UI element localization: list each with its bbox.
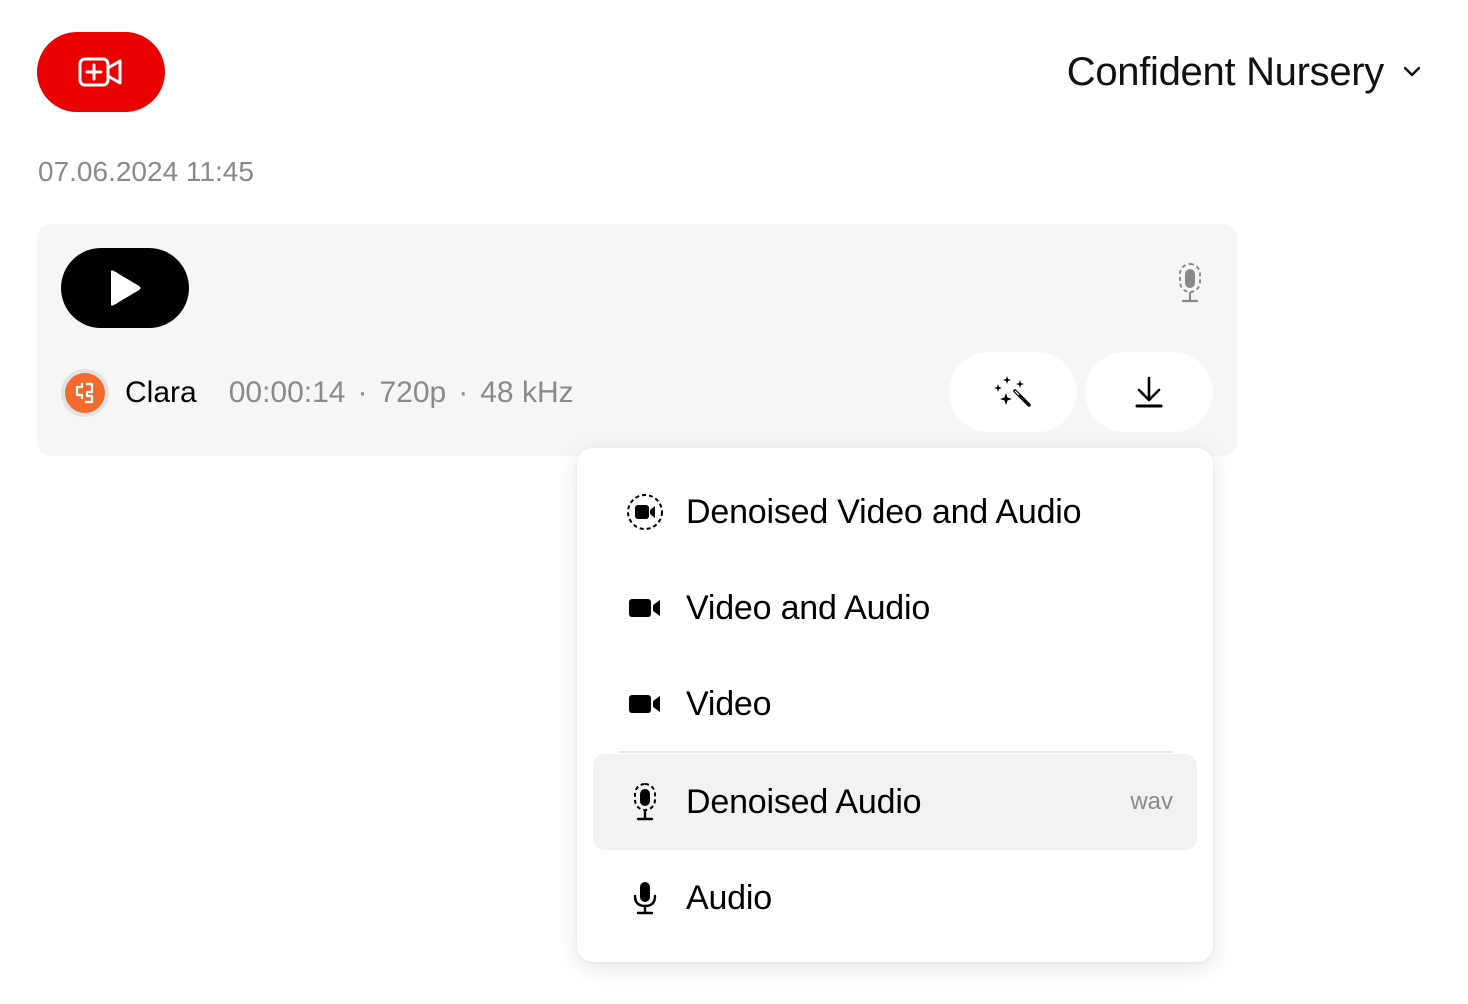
menu-item-label: Denoised Audio: [686, 782, 922, 821]
mic-icon: [633, 882, 657, 915]
menu-divider: [618, 751, 1173, 753]
video-icon: [629, 695, 660, 713]
sample-rate: 48 kHz: [480, 376, 574, 409]
resolution: 720p: [379, 376, 447, 409]
play-button[interactable]: [61, 248, 189, 328]
menu-item-audio[interactable]: Audio: [593, 850, 1197, 946]
enhance-button[interactable]: [949, 352, 1077, 432]
play-icon: [111, 270, 141, 306]
download-icon: [1135, 376, 1163, 408]
download-menu: Denoised Video and Audio Video and Audio…: [577, 448, 1213, 962]
recording-details: 00:00:14 · 720p · 48 kHz: [229, 376, 574, 410]
menu-item-label: Audio: [686, 878, 772, 917]
menu-item-video[interactable]: Video: [593, 656, 1197, 752]
video-plus-icon: [78, 57, 122, 87]
duration: 00:00:14: [228, 376, 346, 409]
user-name: Clara: [125, 376, 197, 409]
recording-date: 07.06.2024 11:45: [38, 156, 254, 187]
chevron-down-icon: [1403, 66, 1421, 77]
separator-dot: ·: [458, 376, 469, 409]
menu-item-denoised-audio[interactable]: Denoised Audio wav: [593, 754, 1197, 850]
new-recording-button[interactable]: [37, 32, 165, 112]
menu-item-label: Video and Audio: [686, 588, 931, 627]
denoised-mic-icon: [1179, 263, 1201, 303]
video-icon: [629, 599, 660, 617]
menu-item-denoised-video-audio[interactable]: Denoised Video and Audio: [593, 464, 1197, 560]
denoised-video-icon: [627, 494, 663, 530]
separator-dot: ·: [357, 376, 368, 409]
menu-item-label: Video: [686, 684, 772, 723]
magic-wand-icon: [994, 376, 1031, 407]
file-extension: wav: [1130, 788, 1173, 815]
avatar: [61, 369, 109, 417]
avatar-glyph-icon: [75, 382, 94, 404]
recording-card: Clara 00:00:14 · 720p · 48 kHz: [37, 224, 1237, 456]
download-button[interactable]: [1085, 352, 1213, 432]
denoised-mic-icon: [634, 783, 656, 821]
project-switcher[interactable]: Confident Nursery: [1067, 46, 1422, 98]
project-name: Confident Nursery: [1066, 49, 1385, 94]
recording-meta: Clara 00:00:14 · 720p · 48 kHz: [61, 369, 574, 417]
menu-item-video-audio[interactable]: Video and Audio: [593, 560, 1197, 656]
menu-item-label: Denoised Video and Audio: [686, 492, 1082, 531]
